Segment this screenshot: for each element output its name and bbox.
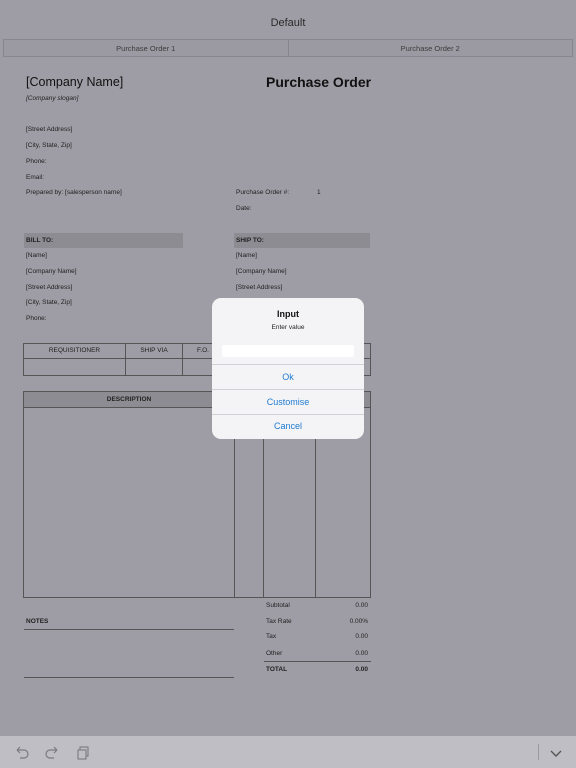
dialog-title: Input	[277, 309, 299, 319]
toolbar-divider	[538, 744, 539, 760]
po-number-label: Purchase Order #:	[236, 189, 290, 196]
bill-to-header: BILL TO:	[24, 233, 183, 248]
window-title: Default	[270, 17, 306, 29]
undo-icon[interactable]	[14, 745, 30, 761]
phone-field[interactable]: Phone:	[26, 158, 47, 165]
notes-label: NOTES	[26, 618, 49, 625]
ship-to-header: SHIP TO:	[234, 233, 370, 248]
bill-to-city[interactable]: [City, State, Zip]	[26, 299, 72, 306]
requisitioner-header: REQUISITIONER	[48, 347, 101, 354]
ship-to-name[interactable]: [Name]	[236, 252, 257, 259]
dialog-separator	[212, 364, 364, 365]
email-field[interactable]: Email:	[26, 174, 44, 181]
po-number-value[interactable]: 1	[317, 189, 321, 196]
company-name[interactable]: [Company Name]	[26, 75, 123, 89]
bill-to-company[interactable]: [Company Name]	[26, 268, 77, 275]
cancel-button[interactable]: Cancel	[212, 421, 364, 431]
total-label: TOTAL	[266, 666, 288, 673]
other-value[interactable]: 0.00	[328, 650, 368, 657]
total-value: 0.00	[355, 666, 368, 673]
bill-to-street[interactable]: [Street Address]	[26, 284, 72, 291]
input-dialog: Input Enter value Ok Customise Cancel	[212, 298, 364, 439]
bill-to-name[interactable]: [Name]	[26, 252, 47, 259]
dialog-message: Enter value	[271, 324, 305, 331]
customise-button[interactable]: Customise	[212, 397, 364, 407]
other-label: Other	[266, 650, 283, 657]
dialog-separator	[212, 414, 364, 415]
subtotal-label: Subtotal	[266, 602, 290, 609]
prepared-by[interactable]: Prepared by: [salesperson name]	[26, 189, 122, 196]
tax-label: Tax	[266, 633, 277, 640]
chevron-down-icon[interactable]	[548, 745, 564, 761]
notes-bottom-line	[24, 677, 234, 678]
tax-rate-value[interactable]: 0.00%	[328, 618, 368, 625]
ok-button[interactable]: Ok	[212, 372, 364, 382]
tab-purchase-order-2[interactable]: Purchase Order 2	[288, 39, 573, 57]
street-address[interactable]: [Street Address]	[26, 126, 72, 133]
ship-to-street[interactable]: [Street Address]	[236, 284, 282, 291]
redo-icon[interactable]	[44, 745, 60, 761]
ship-via-header: SHIP VIA	[140, 347, 168, 354]
description-header: DESCRIPTION	[106, 396, 152, 403]
tax-rate-label: Tax Rate	[266, 618, 292, 625]
copy-icon[interactable]	[75, 745, 91, 761]
bill-to-phone[interactable]: Phone:	[26, 315, 47, 322]
sheet-tabs: Purchase Order 1 Purchase Order 2	[3, 39, 573, 57]
value-input[interactable]	[222, 345, 354, 357]
tab-purchase-order-1[interactable]: Purchase Order 1	[3, 39, 289, 57]
ship-to-company[interactable]: [Company Name]	[236, 268, 287, 275]
subtotal-value: 0.00	[355, 602, 368, 609]
notes-top-line	[24, 629, 234, 630]
city-state-zip[interactable]: [City, State, Zip]	[26, 142, 72, 149]
company-slogan[interactable]: [Company slogan]	[26, 95, 78, 102]
tax-value: 0.00	[355, 633, 368, 640]
bottom-toolbar	[0, 736, 576, 768]
dialog-separator	[212, 389, 364, 390]
date-label: Date:	[236, 205, 252, 212]
document-title: Purchase Order	[266, 74, 372, 90]
total-divider	[264, 661, 371, 662]
